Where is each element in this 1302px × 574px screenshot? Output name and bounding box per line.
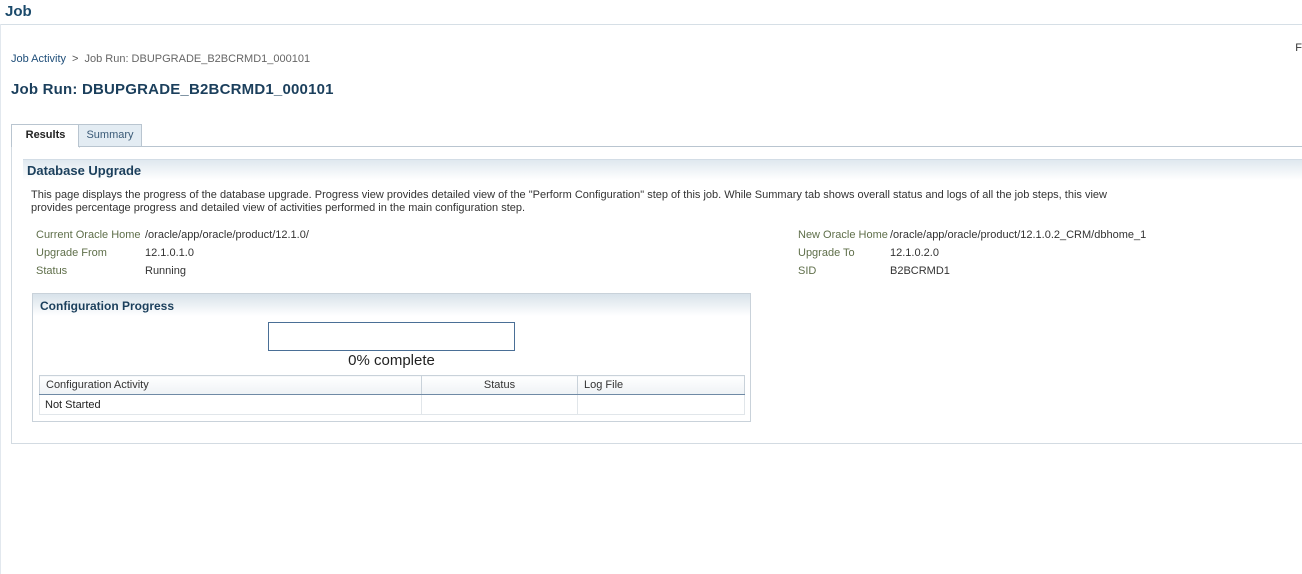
value-upgrade-from: 12.1.0.1.0 bbox=[145, 247, 194, 259]
page-title: Job Run: DBUPGRADE_B2BCRMD1_000101 bbox=[11, 81, 334, 98]
results-panel: Database Upgrade This page displays the … bbox=[11, 147, 1302, 444]
label-sid: SID bbox=[798, 265, 817, 277]
table-row: Not Started bbox=[39, 394, 745, 415]
value-current-oracle-home: /oracle/app/oracle/product/12.1.0/ bbox=[145, 229, 309, 241]
column-header-status[interactable]: Status bbox=[421, 375, 578, 395]
page: Job Job Activity > Job Run: DBUPGRADE_B2BC… bbox=[0, 0, 1302, 574]
column-header-log-file[interactable]: Log File bbox=[577, 375, 745, 395]
configuration-progress-box: Configuration Progress 0% complete Confi… bbox=[32, 293, 751, 422]
progress-bar bbox=[268, 322, 515, 351]
header-title: Job bbox=[5, 3, 32, 20]
progress-text: 0% complete bbox=[348, 352, 435, 369]
table-header-row: Configuration Activity Status Log File bbox=[39, 375, 745, 395]
label-upgrade-to: Upgrade To bbox=[798, 247, 855, 259]
column-header-configuration-activity[interactable]: Configuration Activity bbox=[39, 375, 422, 395]
label-current-oracle-home: Current Oracle Home bbox=[36, 229, 141, 241]
label-new-oracle-home: New Oracle Home bbox=[798, 229, 888, 241]
section-title: Database Upgrade bbox=[27, 163, 142, 178]
configuration-progress-header: Configuration Progress bbox=[33, 294, 750, 316]
section-description: This page displays the progress of the d… bbox=[31, 189, 1107, 214]
breadcrumb-link-job-activity[interactable]: Job Activity bbox=[11, 53, 66, 65]
breadcrumb-current: Job Run: DBUPGRADE_B2BCRMD1_000101 bbox=[84, 53, 311, 65]
tab-results[interactable]: Results bbox=[11, 124, 80, 148]
breadcrumb-separator: > bbox=[72, 53, 79, 65]
section-header: Database Upgrade bbox=[23, 159, 1302, 180]
configuration-progress-title: Configuration Progress bbox=[40, 299, 175, 313]
top-header: Job bbox=[0, 0, 1302, 25]
value-status: Running bbox=[145, 265, 186, 277]
value-new-oracle-home: /oracle/app/oracle/product/12.1.0.2_CRM/… bbox=[890, 229, 1147, 241]
value-upgrade-to: 12.1.0.2.0 bbox=[890, 247, 939, 259]
label-status: Status bbox=[36, 265, 68, 277]
label-upgrade-from: Upgrade From bbox=[36, 247, 107, 259]
left-divider bbox=[0, 24, 1, 574]
cell-log-file bbox=[577, 394, 745, 415]
cell-status bbox=[421, 394, 578, 415]
configuration-activity-table: Configuration Activity Status Log File N… bbox=[39, 375, 745, 415]
tab-bar: Results Summary bbox=[11, 124, 1302, 148]
cell-configuration-activity: Not Started bbox=[39, 394, 422, 415]
corner-text: F bbox=[1295, 42, 1302, 54]
value-sid: B2BCRMD1 bbox=[890, 265, 950, 277]
tab-summary[interactable]: Summary bbox=[78, 124, 142, 147]
breadcrumb: Job Activity > Job Run: DBUPGRADE_B2BCRMD1… bbox=[11, 53, 310, 65]
